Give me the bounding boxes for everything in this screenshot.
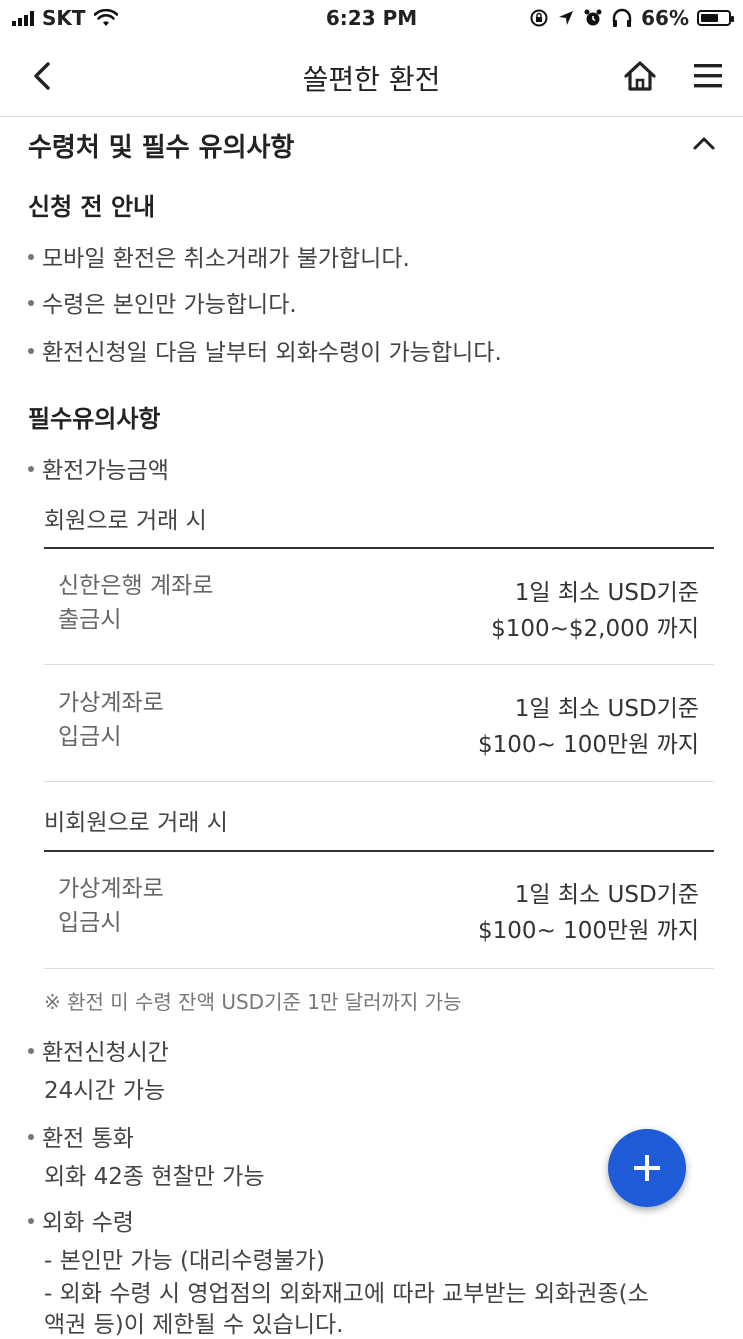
row-divider: [44, 781, 714, 782]
receive-line: - 외화 수령 시 영업점의 외화재고에 따라 교부받는 외화권종(소: [44, 1281, 649, 1307]
table-row-value: 1일 최소 USD기준 $100~$2,000 까지: [491, 580, 699, 642]
bullet-icon: [28, 1133, 34, 1140]
location-icon: [559, 11, 574, 25]
amount-label: 환전가능금액: [28, 451, 169, 485]
home-icon[interactable]: [620, 56, 660, 96]
hamburger-menu-icon[interactable]: [690, 60, 726, 92]
battery-percent: 66%: [641, 6, 689, 30]
table-row-label: 가상계좌로 입금시: [58, 690, 164, 750]
receive-label: 외화 수령: [28, 1203, 134, 1237]
list-item: 모바일 환전은 취소거래가 불가합니다.: [28, 239, 410, 273]
table-divider: [44, 547, 714, 549]
status-bar: SKT 6:23 PM 66%: [0, 0, 743, 38]
bullet-icon: [28, 299, 34, 306]
currency-value: 외화 42종 현찰만 가능: [44, 1164, 265, 1190]
bullet-icon: [28, 253, 34, 260]
list-item: 환전신청일 다음 날부터 외화수령이 가능합니다.: [28, 333, 502, 367]
table-row-label: 가상계좌로 입금시: [58, 876, 164, 936]
bullet-icon: [28, 465, 34, 472]
table-row-value: 1일 최소 USD기준 $100~ 100만원 까지: [478, 882, 699, 944]
battery-icon: [697, 10, 734, 26]
row-divider: [44, 664, 714, 665]
status-right: 66%: [529, 6, 734, 30]
list-item: 수령은 본인만 가능합니다.: [28, 285, 297, 319]
receive-line: - 본인만 가능 (대리수령불가): [44, 1248, 325, 1274]
section-title[interactable]: 수령처 및 필수 유의사항: [28, 127, 294, 164]
member-label: 회원으로 거래 시: [44, 508, 207, 534]
rotation-lock-icon: [530, 9, 548, 27]
battery-fill: [701, 14, 718, 22]
table-row-value: 1일 최소 USD기준 $100~ 100만원 까지: [478, 696, 699, 758]
required-heading: 필수유의사항: [28, 405, 161, 433]
add-button[interactable]: [608, 1129, 686, 1207]
plus-icon: [634, 1155, 660, 1181]
apply-time-value: 24시간 가능: [44, 1078, 166, 1104]
currency-label: 환전 통화: [28, 1119, 134, 1153]
chevron-up-icon[interactable]: [690, 129, 718, 157]
alarm-icon: [584, 9, 602, 26]
apply-time-label: 환전신청시간: [28, 1033, 169, 1067]
bullet-icon: [28, 347, 34, 354]
bullet-icon: [28, 1217, 34, 1224]
before-apply-heading: 신청 전 안내: [28, 193, 156, 221]
nonmember-label: 비회원으로 거래 시: [44, 810, 228, 836]
table-row-label: 신한은행 계좌로 출금시: [58, 573, 214, 633]
table-divider: [44, 850, 714, 852]
nav-bar: 쏠편한 환전: [0, 38, 743, 117]
balance-note: ※ 환전 미 수령 잔액 USD기준 1만 달러까지 가능: [44, 990, 462, 1014]
receive-line: 액권 등)이 제한될 수 있습니다.: [44, 1312, 344, 1338]
row-divider: [44, 968, 714, 969]
headphones-icon: [612, 8, 632, 27]
bullet-icon: [28, 1047, 34, 1054]
